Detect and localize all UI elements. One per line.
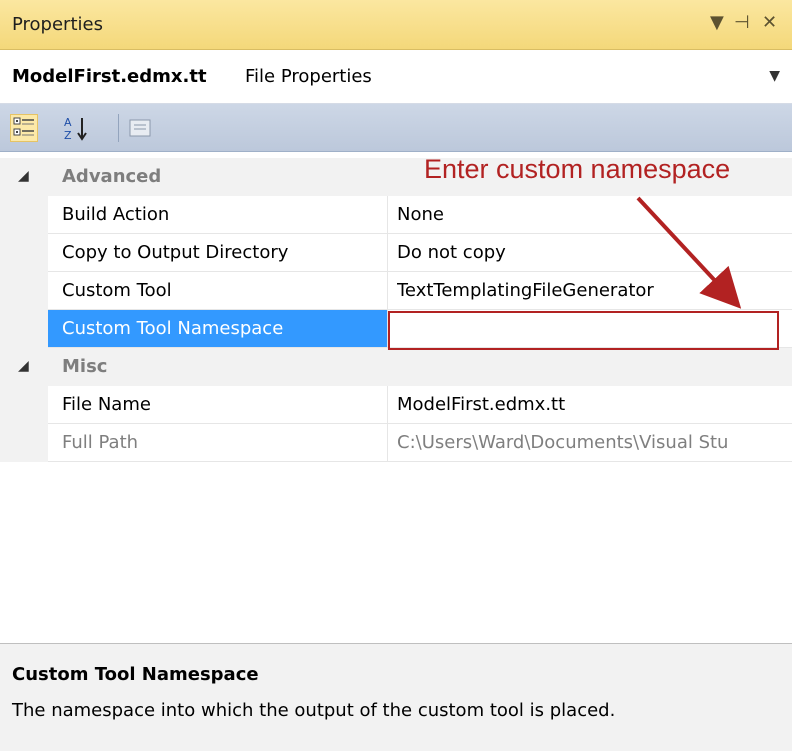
annotation-highlight-box [388,311,779,350]
object-name: ModelFirst.edmx.tt [12,66,207,87]
categorized-button[interactable] [10,114,38,142]
property-pages-button[interactable] [126,114,154,142]
description-title: Custom Tool Namespace [12,664,259,685]
property-grid: ◢ Advanced Build Action None Copy to Out… [0,158,792,462]
description-text: The namespace into which the output of t… [12,700,616,721]
window-position-dropdown-icon[interactable]: ▼ [710,11,724,35]
property-row-copy-to-output[interactable]: Copy to Output Directory Do not copy [0,234,792,272]
chevron-down-icon[interactable]: ▼ [769,68,780,84]
close-icon[interactable]: ✕ [762,11,777,35]
window-title: Properties [12,14,103,35]
category-label: Misc [62,356,108,377]
property-row-file-name[interactable]: File Name ModelFirst.edmx.tt [0,386,792,424]
property-name: Build Action [62,204,170,225]
category-label: Advanced [62,166,162,187]
property-value[interactable]: None [397,204,792,225]
property-name: Copy to Output Directory [62,242,289,263]
category-misc[interactable]: ◢ Misc [0,348,792,386]
property-name: Custom Tool [62,280,172,301]
object-selector[interactable]: ModelFirst.edmx.tt File Properties ▼ [0,50,792,104]
collapse-triangle-icon[interactable]: ◢ [18,168,29,184]
property-pages-icon [129,119,151,137]
property-name: File Name [62,394,151,415]
svg-text:Z: Z [64,129,72,142]
object-type: File Properties [245,66,372,87]
property-value[interactable]: TextTemplatingFileGenerator [397,280,792,301]
annotation-text: Enter custom namespace [424,154,731,184]
pin-icon[interactable]: ⊣ [734,11,750,35]
svg-text:A: A [64,116,72,129]
property-value[interactable]: ModelFirst.edmx.tt [397,394,792,415]
property-value[interactable]: C:\Users\Ward\Documents\Visual Stu [397,432,792,453]
property-name: Custom Tool Namespace [62,318,284,339]
properties-toolbar: A Z [0,104,792,152]
property-name: Full Path [62,432,139,453]
property-row-full-path[interactable]: Full Path C:\Users\Ward\Documents\Visual… [0,424,792,462]
collapse-triangle-icon[interactable]: ◢ [18,358,29,374]
toolbar-separator [118,114,119,142]
categorized-icon [13,117,34,136]
property-row-build-action[interactable]: Build Action None [0,196,792,234]
title-bar: Properties ▼ ⊣ ✕ [0,0,792,50]
alphabetical-icon: A Z [64,116,87,142]
properties-window: Properties ▼ ⊣ ✕ ModelFirst.edmx.tt File… [0,0,792,751]
property-value[interactable]: Do not copy [397,242,792,263]
alphabetical-button[interactable]: A Z [62,114,90,142]
description-pane: Custom Tool Namespace The namespace into… [0,643,792,751]
property-row-custom-tool[interactable]: Custom Tool TextTemplatingFileGenerator [0,272,792,310]
